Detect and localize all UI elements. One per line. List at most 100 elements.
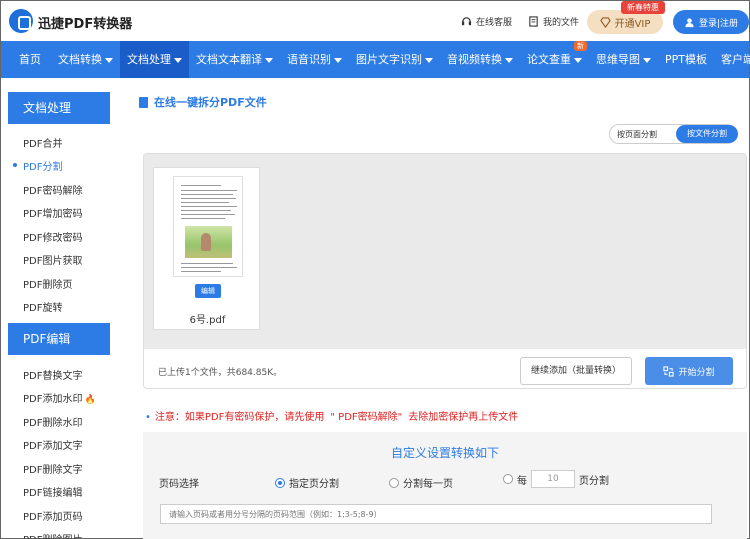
my-files-link[interactable]: 我的文件 (528, 15, 579, 28)
main-nav: 首页 文档转换 文档处理 文档文本翻译 语音识别 图片文字识别 音视频转换 论文… (1, 41, 750, 78)
document-icon (139, 96, 148, 108)
sidebar-item-pdf-rotate[interactable]: PDF旋转 (23, 299, 62, 314)
add-more-button[interactable]: 继续添加（批量转换） (520, 357, 632, 385)
sidebar-section-doc-process: 文档处理 (8, 92, 110, 124)
nav-doc-process[interactable]: 文档处理 (120, 41, 189, 78)
online-service-link[interactable]: 在线客服 (461, 15, 512, 28)
radio-every-n-pages[interactable]: 每 页分割 (503, 470, 609, 488)
caret-down-icon (505, 57, 513, 63)
sidebar-item-pdf-extract-images[interactable]: PDF图片获取 (23, 252, 82, 267)
sidebar-section-pdf-edit: PDF编辑 (8, 323, 110, 355)
sidebar-item-pdf-remove-watermark[interactable]: PDF删除水印 (23, 414, 82, 429)
sidebar-item-pdf-add-password[interactable]: PDF增加密码 (23, 205, 82, 220)
start-split-button[interactable]: 开始分割 (645, 357, 733, 385)
thumb-text-line (181, 267, 237, 268)
start-split-label: 开始分割 (678, 367, 715, 378)
nav-speech-label: 语音识别 (287, 53, 331, 66)
split-mode-switch: 按页面分割 按文件分割 (609, 124, 738, 144)
file-icon (529, 16, 538, 27)
nav-doc-convert[interactable]: 文档转换 (51, 41, 120, 78)
new-badge: 新 (574, 41, 587, 51)
online-service-label: 在线客服 (476, 18, 513, 28)
thumb-text-line (181, 198, 236, 199)
upload-panel: 编辑 6号.pdf 已上传1个文件，共684.85K。 继续添加（批量转换） 开… (143, 153, 747, 389)
thumb-text-line (181, 271, 221, 272)
sidebar-item-pdf-unlock[interactable]: PDF密码解除 (23, 182, 82, 197)
file-card[interactable]: 编辑 6号.pdf (153, 167, 260, 330)
thumb-text-line (181, 194, 233, 195)
notice-prefix: 注意：如果PDF有密码保护，请先使用 (154, 412, 325, 423)
sidebar-item-pdf-delete-images[interactable]: PDF删除图片 (23, 531, 82, 539)
sidebar-item-pdf-change-password[interactable]: PDF修改密码 (23, 229, 82, 244)
settings-panel: 自定义设置转换如下 页码选择 指定页分割 分割每一页 每 页分割 (143, 432, 747, 539)
nav-mindmap[interactable]: 思维导图 (589, 41, 658, 78)
radio-unselected-icon (503, 474, 513, 484)
nav-mindmap-label: 思维导图 (596, 53, 640, 66)
file-name: 6号.pdf (189, 315, 226, 326)
thumb-text-line (181, 218, 225, 219)
sidebar-item-pdf-delete-text[interactable]: PDF删除文字 (23, 461, 82, 476)
nav-ppt[interactable]: PPT模板 (658, 41, 714, 78)
pdf-thumbnail (173, 176, 243, 277)
thumb-text-line (181, 206, 237, 207)
nav-plagiarism[interactable]: 论文查重新 (520, 41, 589, 78)
top-bar: 迅捷PDF转换器 在线客服 我的文件 开通VIP 新春特惠 登录|注册 (1, 1, 749, 41)
file-drop-area[interactable]: 编辑 6号.pdf (144, 154, 746, 349)
diamond-icon (599, 16, 611, 28)
fire-icon: 🔥 (84, 395, 96, 405)
radio-selected-icon (275, 477, 285, 488)
vip-promo-badge: 新春特惠 (621, 1, 665, 14)
headset-icon (461, 17, 472, 26)
radio-specified-pages[interactable]: 指定页分割 (275, 475, 339, 490)
page-range-input[interactable] (160, 504, 712, 524)
thumb-photo-figure (201, 233, 211, 251)
nav-ocr[interactable]: 图片文字识别 (349, 41, 440, 78)
mode-by-file-button[interactable]: 按文件分割 (676, 125, 738, 143)
mode-by-page-button[interactable]: 按页面分割 (617, 129, 657, 140)
thumb-text-line (181, 202, 229, 203)
radio-every-page[interactable]: 分割每一页 (389, 475, 453, 490)
sidebar-item-pdf-split[interactable]: PDF分割 (23, 158, 62, 173)
caret-down-icon (643, 57, 651, 63)
nav-translate-label: 文档文本翻译 (196, 53, 262, 66)
pdf-unlock-link[interactable]: " PDF密码解除" (330, 412, 402, 423)
caret-down-icon (174, 57, 182, 63)
nav-client[interactable]: 客户端 (714, 41, 750, 78)
brand-name: 迅捷PDF转换器 (38, 17, 133, 32)
main-content: 在线一键拆分PDF文件 按页面分割 按文件分割 编辑 6号.pdf 已上传1个文… (139, 78, 749, 539)
nav-doc-process-label: 文档处理 (127, 53, 171, 66)
vip-label: 开通VIP (614, 18, 651, 30)
pages-per-split-input[interactable] (531, 470, 575, 488)
active-dot-icon (13, 163, 17, 167)
nav-media[interactable]: 音视频转换 (440, 41, 520, 78)
nav-home[interactable]: 首页 (1, 41, 51, 78)
notice-bullet-icon: • (145, 412, 151, 423)
nav-speech[interactable]: 语音识别 (280, 41, 349, 78)
page-title-text: 在线一键拆分PDF文件 (154, 96, 267, 109)
sidebar-item-pdf-add-text[interactable]: PDF添加文字 (23, 437, 82, 452)
thumb-text-line (181, 210, 231, 211)
settings-title: 自定义设置转换如下 (390, 446, 499, 460)
edit-button[interactable]: 编辑 (195, 284, 221, 298)
nav-media-label: 音视频转换 (447, 53, 502, 66)
sidebar-item-pdf-add-watermark-label: PDF添加水印 (23, 394, 83, 405)
nav-home-label: 首页 (19, 53, 41, 66)
login-label: 登录|注册 (698, 18, 739, 29)
nav-ppt-label: PPT模板 (665, 53, 707, 66)
nav-translate[interactable]: 文档文本翻译 (189, 41, 280, 78)
radio-every-n-prefix: 每 (517, 475, 527, 487)
thumb-text-line (181, 190, 237, 191)
notice-suffix: 去除加密保护再上传文件 (408, 412, 519, 423)
sidebar-item-pdf-replace-text[interactable]: PDF替换文字 (23, 367, 82, 382)
caret-down-icon (334, 57, 342, 63)
radio-specified-pages-label: 指定页分割 (289, 479, 339, 490)
user-icon (685, 17, 694, 27)
sidebar-item-pdf-add-watermark[interactable]: PDF添加水印 🔥 (23, 390, 96, 405)
login-button[interactable]: 登录|注册 (673, 10, 749, 34)
sidebar-item-pdf-edit-links[interactable]: PDF链接编辑 (23, 484, 82, 499)
sidebar-item-pdf-delete-page[interactable]: PDF删除页 (23, 276, 72, 291)
thumb-text-line (181, 185, 221, 186)
radio-every-page-label: 分割每一页 (403, 479, 453, 490)
sidebar-item-pdf-add-page-numbers[interactable]: PDF添加页码 (23, 508, 82, 523)
sidebar-item-pdf-merge[interactable]: PDF合并 (23, 135, 62, 150)
